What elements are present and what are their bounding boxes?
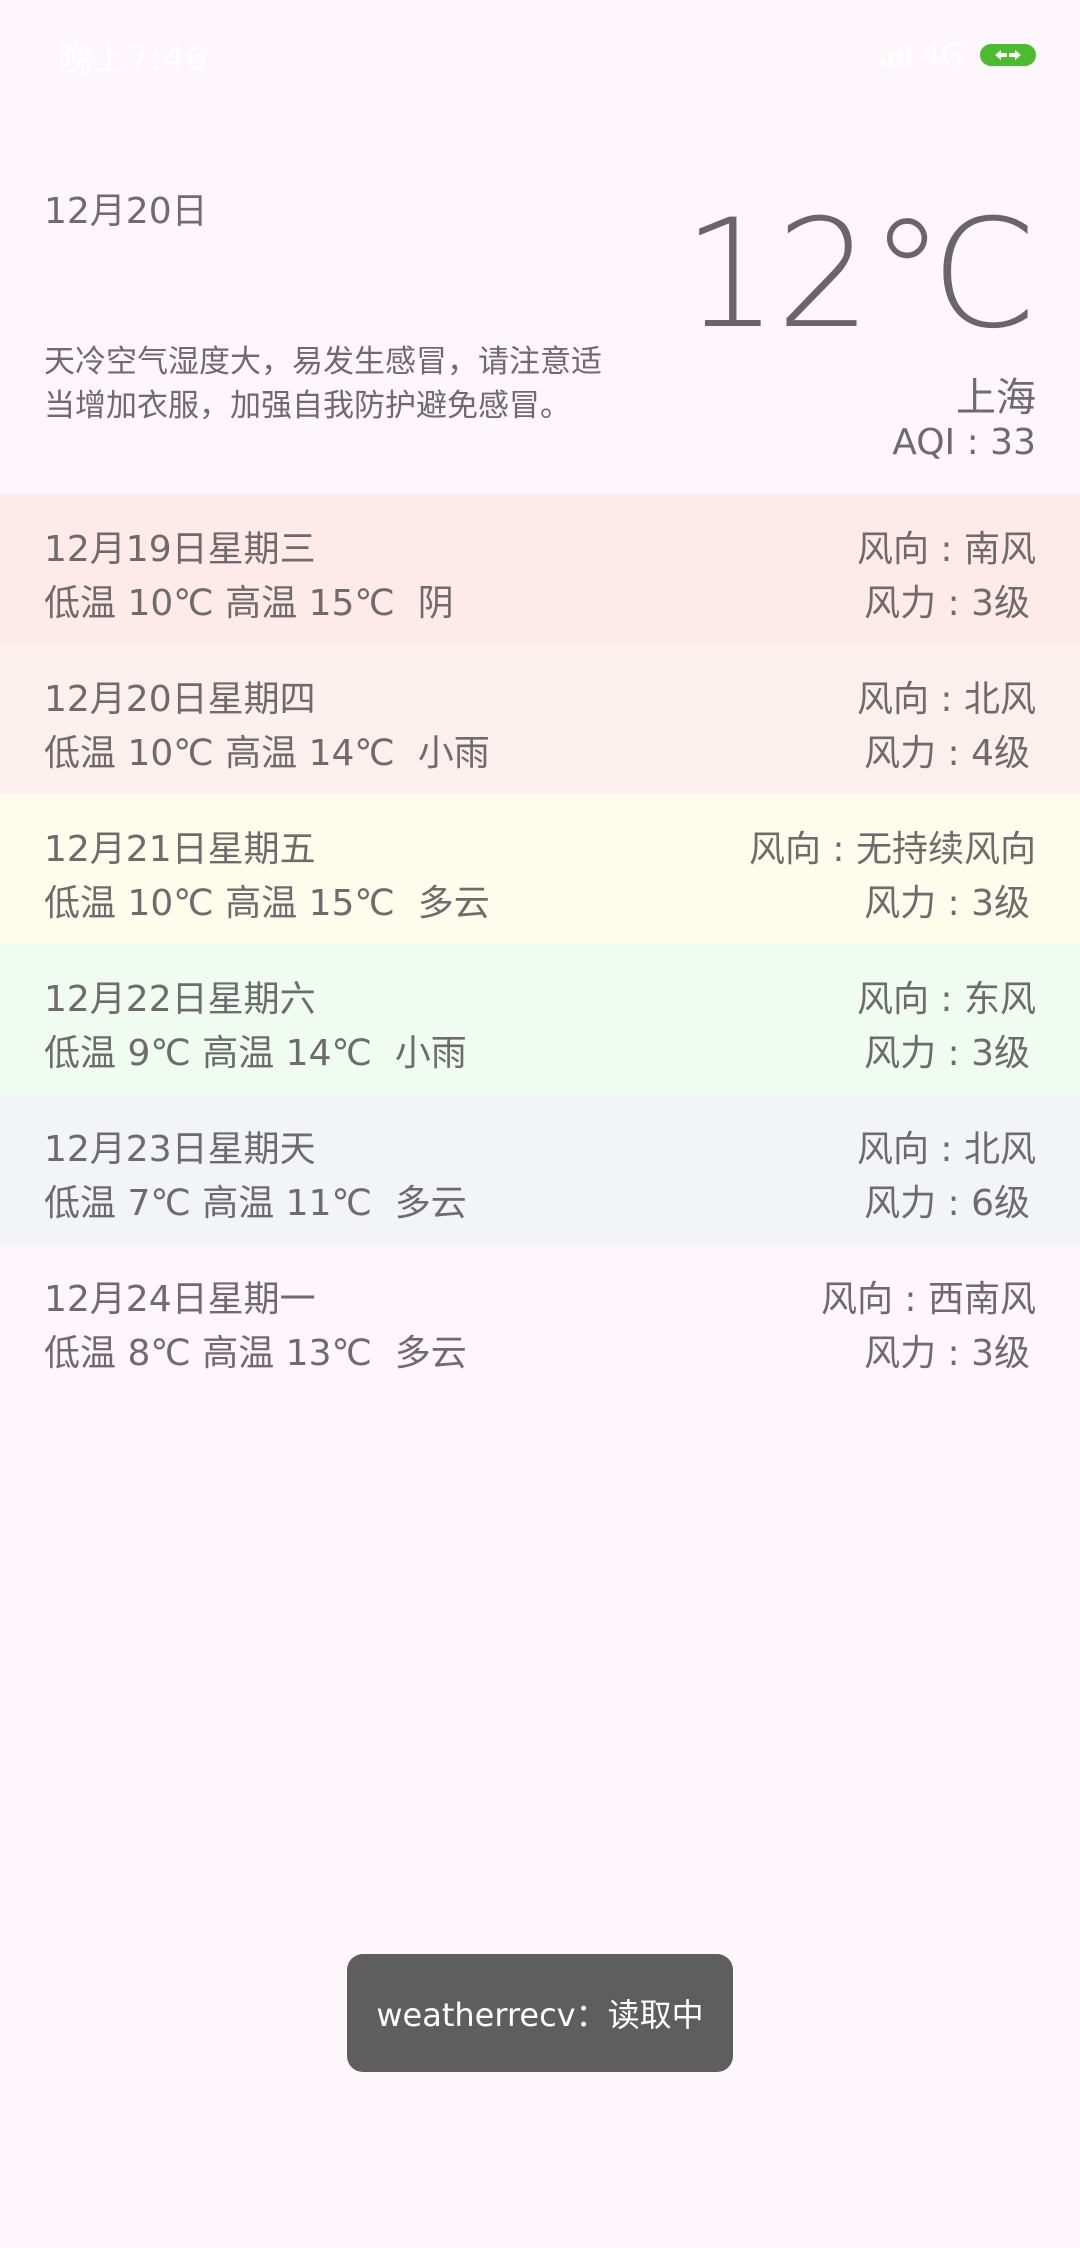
aqi-value: AQI : 33 bbox=[892, 422, 1036, 463]
current-date: 12月20日 bbox=[44, 191, 208, 232]
status-bar: 晚上7:46 4G bbox=[0, 0, 1080, 110]
forecast-row[interactable]: 12月19日星期三 低温 10℃ 高温 15℃ 阴 风向 : 南风 风力 : 3… bbox=[0, 494, 1080, 644]
forecast-wind-direction: 风向 : 南风 bbox=[856, 529, 1036, 570]
forecast-wind-direction: 风向 : 无持续风向 bbox=[748, 829, 1036, 870]
forecast-date: 12月24日星期一 bbox=[44, 1279, 316, 1320]
city-name: 上海 bbox=[956, 375, 1036, 421]
forecast-temps: 低温 10℃ 高温 15℃ 多云 bbox=[44, 883, 490, 924]
forecast-temps: 低温 10℃ 高温 14℃ 小雨 bbox=[44, 733, 490, 774]
status-time: 晚上7:46 bbox=[58, 38, 209, 79]
forecast-list: 12月19日星期三 低温 10℃ 高温 15℃ 阴 风向 : 南风 风力 : 3… bbox=[0, 494, 1080, 1394]
forecast-row[interactable]: 12月23日星期天 低温 7℃ 高温 11℃ 多云 风向 : 北风 风力 : 6… bbox=[0, 1094, 1080, 1244]
forecast-date: 12月22日星期六 bbox=[44, 979, 316, 1020]
toast-message: weatherrecv：读取中 bbox=[347, 1954, 733, 2072]
forecast-row[interactable]: 12月22日星期六 低温 9℃ 高温 14℃ 小雨 风向 : 东风 风力 : 3… bbox=[0, 944, 1080, 1094]
current-temperature: 12℃ bbox=[682, 188, 1038, 362]
forecast-date: 12月19日星期三 bbox=[44, 529, 316, 570]
forecast-date: 12月21日星期五 bbox=[44, 829, 316, 870]
forecast-wind-direction: 风向 : 北风 bbox=[856, 679, 1036, 720]
forecast-wind-power: 风力 : 3级 bbox=[864, 1033, 1030, 1074]
network-type: 4G bbox=[921, 37, 964, 73]
forecast-temps: 低温 9℃ 高温 14℃ 小雨 bbox=[44, 1033, 467, 1074]
forecast-wind-power: 风力 : 3级 bbox=[864, 583, 1030, 624]
forecast-wind-power: 风力 : 6级 bbox=[864, 1183, 1030, 1224]
forecast-wind-power: 风力 : 4级 bbox=[864, 733, 1030, 774]
forecast-wind-direction: 风向 : 北风 bbox=[856, 1129, 1036, 1170]
forecast-row[interactable]: 12月20日星期四 低温 10℃ 高温 14℃ 小雨 风向 : 北风 风力 : … bbox=[0, 644, 1080, 794]
forecast-wind-power: 风力 : 3级 bbox=[864, 1333, 1030, 1374]
current-weather-header: 12月20日 天冷空气湿度大，易发生感冒，请注意适当增加衣服，加强自我防护避免感… bbox=[0, 160, 1080, 490]
forecast-row[interactable]: 12月24日星期一 低温 8℃ 高温 13℃ 多云 风向 : 西南风 风力 : … bbox=[0, 1244, 1080, 1394]
forecast-wind-power: 风力 : 3级 bbox=[864, 883, 1030, 924]
signal-icon bbox=[878, 44, 912, 66]
forecast-temps: 低温 10℃ 高温 15℃ 阴 bbox=[44, 583, 454, 624]
forecast-temps: 低温 8℃ 高温 13℃ 多云 bbox=[44, 1333, 467, 1374]
forecast-wind-direction: 风向 : 西南风 bbox=[820, 1279, 1036, 1320]
forecast-date: 12月23日星期天 bbox=[44, 1129, 316, 1170]
forecast-wind-direction: 风向 : 东风 bbox=[856, 979, 1036, 1020]
status-icons: 4G bbox=[878, 37, 1036, 73]
forecast-date: 12月20日星期四 bbox=[44, 679, 316, 720]
battery-icon bbox=[980, 44, 1036, 66]
forecast-row[interactable]: 12月21日星期五 低温 10℃ 高温 15℃ 多云 风向 : 无持续风向 风力… bbox=[0, 794, 1080, 944]
health-tip: 天冷空气湿度大，易发生感冒，请注意适当增加衣服，加强自我防护避免感冒。 bbox=[44, 344, 602, 424]
forecast-temps: 低温 7℃ 高温 11℃ 多云 bbox=[44, 1183, 467, 1224]
